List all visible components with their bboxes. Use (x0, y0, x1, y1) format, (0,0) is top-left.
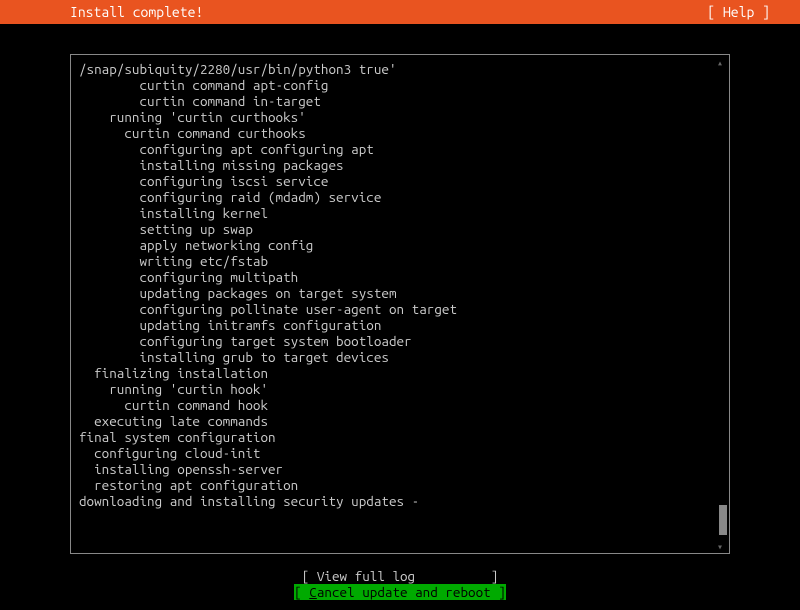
log-line: writing etc/fstab (79, 253, 721, 269)
log-line: configuring pollinate user-agent on targ… (79, 301, 721, 317)
log-line: curtin command in-target (79, 93, 721, 109)
header-bar: Install complete! [ Help ] (0, 0, 800, 24)
log-line: executing late commands (79, 413, 721, 429)
log-line: configuring raid (mdadm) service (79, 189, 721, 205)
main-area: /snap/subiquity/2280/usr/bin/python3 tru… (0, 24, 800, 610)
install-log-box: /snap/subiquity/2280/usr/bin/python3 tru… (70, 54, 730, 554)
log-line: running 'curtin hook' (79, 381, 721, 397)
log-line: curtin command curthooks (79, 125, 721, 141)
log-line: configuring apt configuring apt (79, 141, 721, 157)
log-line: apply networking config (79, 237, 721, 253)
view-full-log-button[interactable]: [ View full log ] (302, 568, 499, 584)
cancel-update-reboot-button[interactable]: [ Cancel update and reboot ] (294, 584, 506, 600)
log-line: configuring multipath (79, 269, 721, 285)
log-line: configuring cloud-init (79, 445, 721, 461)
log-line: final system configuration (79, 429, 721, 445)
header-title: Install complete! (10, 4, 203, 20)
log-line: configuring target system bootloader (79, 333, 721, 349)
log-line: installing missing packages (79, 157, 721, 173)
help-link[interactable]: [ Help ] (707, 4, 790, 20)
log-line: finalizing installation (79, 365, 721, 381)
log-line: restoring apt configuration (79, 477, 721, 493)
log-line: running 'curtin curthooks' (79, 109, 721, 125)
log-line: installing kernel (79, 205, 721, 221)
log-line: /snap/subiquity/2280/usr/bin/python3 tru… (79, 61, 721, 77)
scrollbar-thumb[interactable] (719, 505, 727, 535)
log-line: curtin command hook (79, 397, 721, 413)
log-line: downloading and installing security upda… (79, 493, 721, 509)
log-line: setting up swap (79, 221, 721, 237)
scroll-up-arrow-icon[interactable]: ▴ (717, 57, 727, 67)
log-line: updating initramfs configuration (79, 317, 721, 333)
log-line: configuring iscsi service (79, 173, 721, 189)
log-line: installing openssh-server (79, 461, 721, 477)
scroll-down-arrow-icon[interactable]: ▾ (717, 541, 727, 551)
log-line: curtin command apt-config (79, 77, 721, 93)
log-content: /snap/subiquity/2280/usr/bin/python3 tru… (79, 61, 721, 509)
button-row: [ View full log ] [ Cancel update and re… (70, 568, 730, 600)
log-line: updating packages on target system (79, 285, 721, 301)
log-line: installing grub to target devices (79, 349, 721, 365)
